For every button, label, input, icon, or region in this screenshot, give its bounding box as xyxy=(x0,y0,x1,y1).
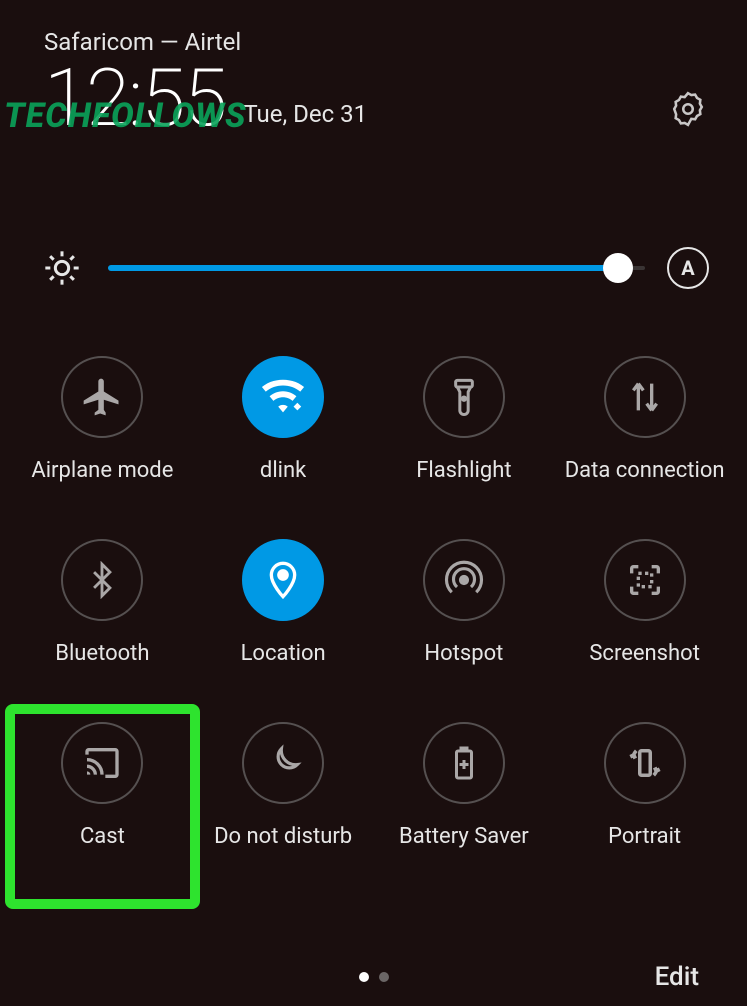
screenshot-icon xyxy=(604,539,686,621)
tile-cast[interactable]: Cast xyxy=(12,722,193,849)
tile-hotspot[interactable]: Hotspot xyxy=(374,539,555,666)
tile-label: Location xyxy=(241,641,326,666)
edit-button[interactable]: Edit xyxy=(655,962,699,992)
battery-saver-icon xyxy=(423,722,505,804)
date-label: Tue, Dec 31 xyxy=(243,100,367,138)
auto-brightness-button[interactable]: A xyxy=(667,247,709,289)
quick-settings-grid: Airplane mode dlink Flashlight Data conn… xyxy=(0,356,747,849)
tile-battery-saver[interactable]: Battery Saver xyxy=(374,722,555,849)
hotspot-icon xyxy=(423,539,505,621)
tile-label: Bluetooth xyxy=(55,641,149,666)
tile-label: Flashlight xyxy=(416,458,511,483)
footer: Edit xyxy=(0,972,747,982)
tile-flashlight[interactable]: Flashlight xyxy=(374,356,555,483)
status-header: Safaricom — Airtel 12:55 Tue, Dec 31 xyxy=(0,0,747,138)
brightness-icon xyxy=(38,244,86,292)
tile-bluetooth[interactable]: Bluetooth xyxy=(12,539,193,666)
settings-button[interactable] xyxy=(667,88,709,130)
flashlight-icon xyxy=(423,356,505,438)
tile-portrait[interactable]: Portrait xyxy=(554,722,735,849)
location-icon xyxy=(242,539,324,621)
cast-icon xyxy=(61,722,143,804)
tile-screenshot[interactable]: Screenshot xyxy=(554,539,735,666)
page-dot-1 xyxy=(359,972,369,982)
tile-data-connection[interactable]: Data connection xyxy=(554,356,735,483)
tile-label: Do not disturb xyxy=(214,824,352,849)
tile-location[interactable]: Location xyxy=(193,539,374,666)
airplane-icon xyxy=(61,356,143,438)
page-indicator[interactable] xyxy=(359,972,389,982)
slider-fill xyxy=(108,265,624,271)
tile-airplane-mode[interactable]: Airplane mode xyxy=(12,356,193,483)
clock-time: 12:55 xyxy=(44,58,225,138)
tile-label: Airplane mode xyxy=(31,458,173,483)
tile-wifi[interactable]: dlink xyxy=(193,356,374,483)
data-connection-icon xyxy=(604,356,686,438)
tile-do-not-disturb[interactable]: Do not disturb xyxy=(193,722,374,849)
time-row: 12:55 Tue, Dec 31 xyxy=(44,58,367,138)
tile-label: Hotspot xyxy=(424,641,503,666)
tile-label: dlink xyxy=(260,458,306,483)
wifi-icon xyxy=(242,356,324,438)
brightness-row: A xyxy=(0,244,747,292)
tile-label: Portrait xyxy=(608,824,681,849)
header-left: Safaricom — Airtel 12:55 Tue, Dec 31 xyxy=(44,28,367,138)
moon-icon xyxy=(242,722,324,804)
bluetooth-icon xyxy=(61,539,143,621)
gear-icon xyxy=(669,90,707,128)
tile-label: Screenshot xyxy=(589,641,700,666)
brightness-slider[interactable] xyxy=(108,248,645,288)
tile-label: Battery Saver xyxy=(399,824,529,849)
page-dot-2 xyxy=(379,972,389,982)
tile-label: Data connection xyxy=(565,458,725,483)
slider-thumb[interactable] xyxy=(603,253,633,283)
auto-brightness-label: A xyxy=(681,256,694,280)
tile-label: Cast xyxy=(80,824,125,849)
portrait-lock-icon xyxy=(604,722,686,804)
